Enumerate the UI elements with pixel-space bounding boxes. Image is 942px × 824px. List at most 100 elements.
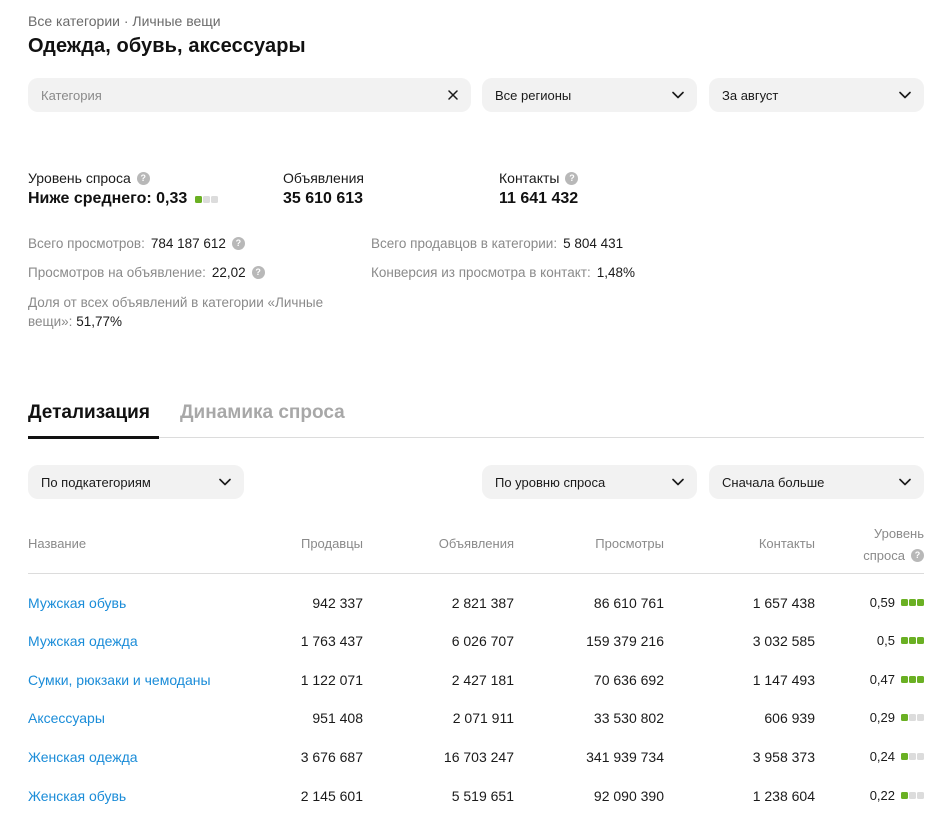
table-header-divider [28,573,924,574]
column-header-demand-level-line2: спроса [863,548,905,563]
contacts-cell: 1 147 493 [752,672,815,688]
views-cell: 159 379 216 [586,633,664,649]
ads-cell: 2 821 387 [451,595,514,611]
demand-dot [901,637,908,644]
active-tab-indicator [28,436,159,439]
demand-dot [901,753,908,760]
demand-level-indicator [195,195,219,203]
sort-order-select[interactable]: Сначала больше [709,465,924,499]
views-per-ad-stat: Просмотров на объявление: 22,02 ? [28,265,265,280]
category-field[interactable] [28,78,471,112]
subcategory-link[interactable]: Мужская одежда [28,633,138,649]
subcategory-link[interactable]: Женская обувь [28,788,126,804]
table-row[interactable]: Аксессуары 951 408 2 071 911 33 530 802 … [0,710,942,734]
table-row[interactable]: Женская обувь 2 145 601 5 519 651 92 090… [0,788,942,812]
chevron-down-icon [899,91,911,99]
contacts-cell: 606 939 [764,710,815,726]
group-select[interactable]: По подкатегориям [28,465,244,499]
contacts-cell: 1 657 438 [752,595,815,611]
subcategory-link[interactable]: Мужская обувь [28,595,126,611]
demand-level-cell: 0,29 [870,710,924,725]
demand-level-cell: 0,5 [877,633,924,648]
demand-dot [909,792,916,799]
share-stat: Доля от всех объявлений в категории «Лич… [28,293,358,331]
chevron-down-icon [672,478,684,486]
demand-dot [917,753,924,760]
subcategory-link[interactable]: Сумки, рюкзаки и чемоданы [28,672,211,688]
demand-level-indicator [901,676,924,683]
table-row[interactable]: Мужская одежда 1 763 437 6 026 707 159 3… [0,633,942,657]
sort-order-select-value: Сначала больше [722,474,825,490]
contacts-label-text: Контакты [499,170,560,186]
demand-dot [917,637,924,644]
contacts-value: 11 641 432 [499,190,579,207]
contacts-cell: 3 958 373 [752,749,815,765]
demand-level-value-text: Ниже среднего: 0,33 [28,190,188,207]
demand-level-indicator [901,599,924,606]
demand-level-value: 0,22 [869,788,895,803]
demand-level-indicator [901,753,924,760]
contacts-label: Контакты ? [499,170,579,186]
help-icon[interactable]: ? [231,237,245,250]
period-select[interactable]: За август [709,78,924,112]
column-header-name: Название [28,536,87,551]
demand-level-indicator [901,792,924,799]
demand-dot [901,792,908,799]
demand-dot [909,753,916,760]
total-views-stat: Всего просмотров: 784 187 612 ? [28,236,245,251]
sellers-cell: 951 408 [312,710,363,726]
table-row[interactable]: Сумки, рюкзаки и чемоданы 1 122 071 2 42… [0,672,942,696]
column-header-views: Просмотры [595,536,664,551]
total-sellers-label: Всего продавцов в категории: [371,236,558,251]
group-select-value: По подкатегориям [41,474,151,490]
share-label: Доля от всех объявлений в категории «Лич… [28,295,324,329]
ads-label: Объявления [283,170,364,186]
help-icon[interactable]: ? [565,171,579,185]
breadcrumb[interactable]: Все категории · Личные вещи [28,13,221,29]
sellers-cell: 1 763 437 [300,633,363,649]
subcategory-link[interactable]: Женская одежда [28,749,138,765]
total-sellers-stat: Всего продавцов в категории: 5 804 431 [371,236,623,251]
sort-by-select-value: По уровню спроса [495,474,606,490]
column-header-sellers: Продавцы [300,536,363,551]
sellers-cell: 1 122 071 [300,672,363,688]
demand-dot [195,195,203,203]
column-header-demand-level: Уровень спроса ? [863,526,924,563]
table-row[interactable]: Мужская обувь 942 337 2 821 387 86 610 7… [0,595,942,619]
category-input[interactable] [41,87,448,103]
demand-level-cell: 0,47 [870,672,924,687]
conversion-stat: Конверсия из просмотра в контакт: 1,48% [371,265,635,280]
help-icon[interactable]: ? [251,266,265,279]
chevron-down-icon [672,91,684,99]
column-header-demand-level-line2-wrap: спроса ? [863,548,924,563]
demand-dot [917,599,924,606]
close-icon[interactable] [448,90,458,100]
contacts-cell: 3 032 585 [752,633,815,649]
subcategory-link[interactable]: Аксессуары [28,710,105,726]
views-cell: 86 610 761 [593,595,664,611]
demand-level-indicator [901,714,924,721]
demand-level-value: 0,47 [869,672,895,687]
conversion-value: 1,48% [596,265,635,280]
total-sellers-value: 5 804 431 [563,236,624,251]
help-icon[interactable]: ? [136,171,150,185]
demand-level-cell: 0,24 [870,749,924,764]
region-select[interactable]: Все регионы [482,78,697,112]
demand-level-value: 0,29 [869,710,895,725]
table-row[interactable]: Женская одежда 3 676 687 16 703 247 341 … [0,749,942,773]
tab-demand-dynamics[interactable]: Динамика спроса [180,402,345,424]
share-value: 51,77% [76,314,122,329]
sort-by-select[interactable]: По уровню спроса [482,465,697,499]
ads-cell: 5 519 651 [451,788,514,804]
demand-dot [917,676,924,683]
ads-cell: 2 071 911 [452,710,514,726]
help-icon[interactable]: ? [911,549,924,562]
demand-dot [901,714,908,721]
demand-level-value: 0,59 [869,595,895,610]
demand-level-cell: 0,59 [870,595,924,610]
ads-cell: 6 026 707 [451,633,514,649]
demand-level-label-text: Уровень спроса [28,170,131,186]
demand-dot [211,195,219,203]
tab-details[interactable]: Детализация [28,402,150,424]
views-cell: 70 636 692 [593,672,664,688]
